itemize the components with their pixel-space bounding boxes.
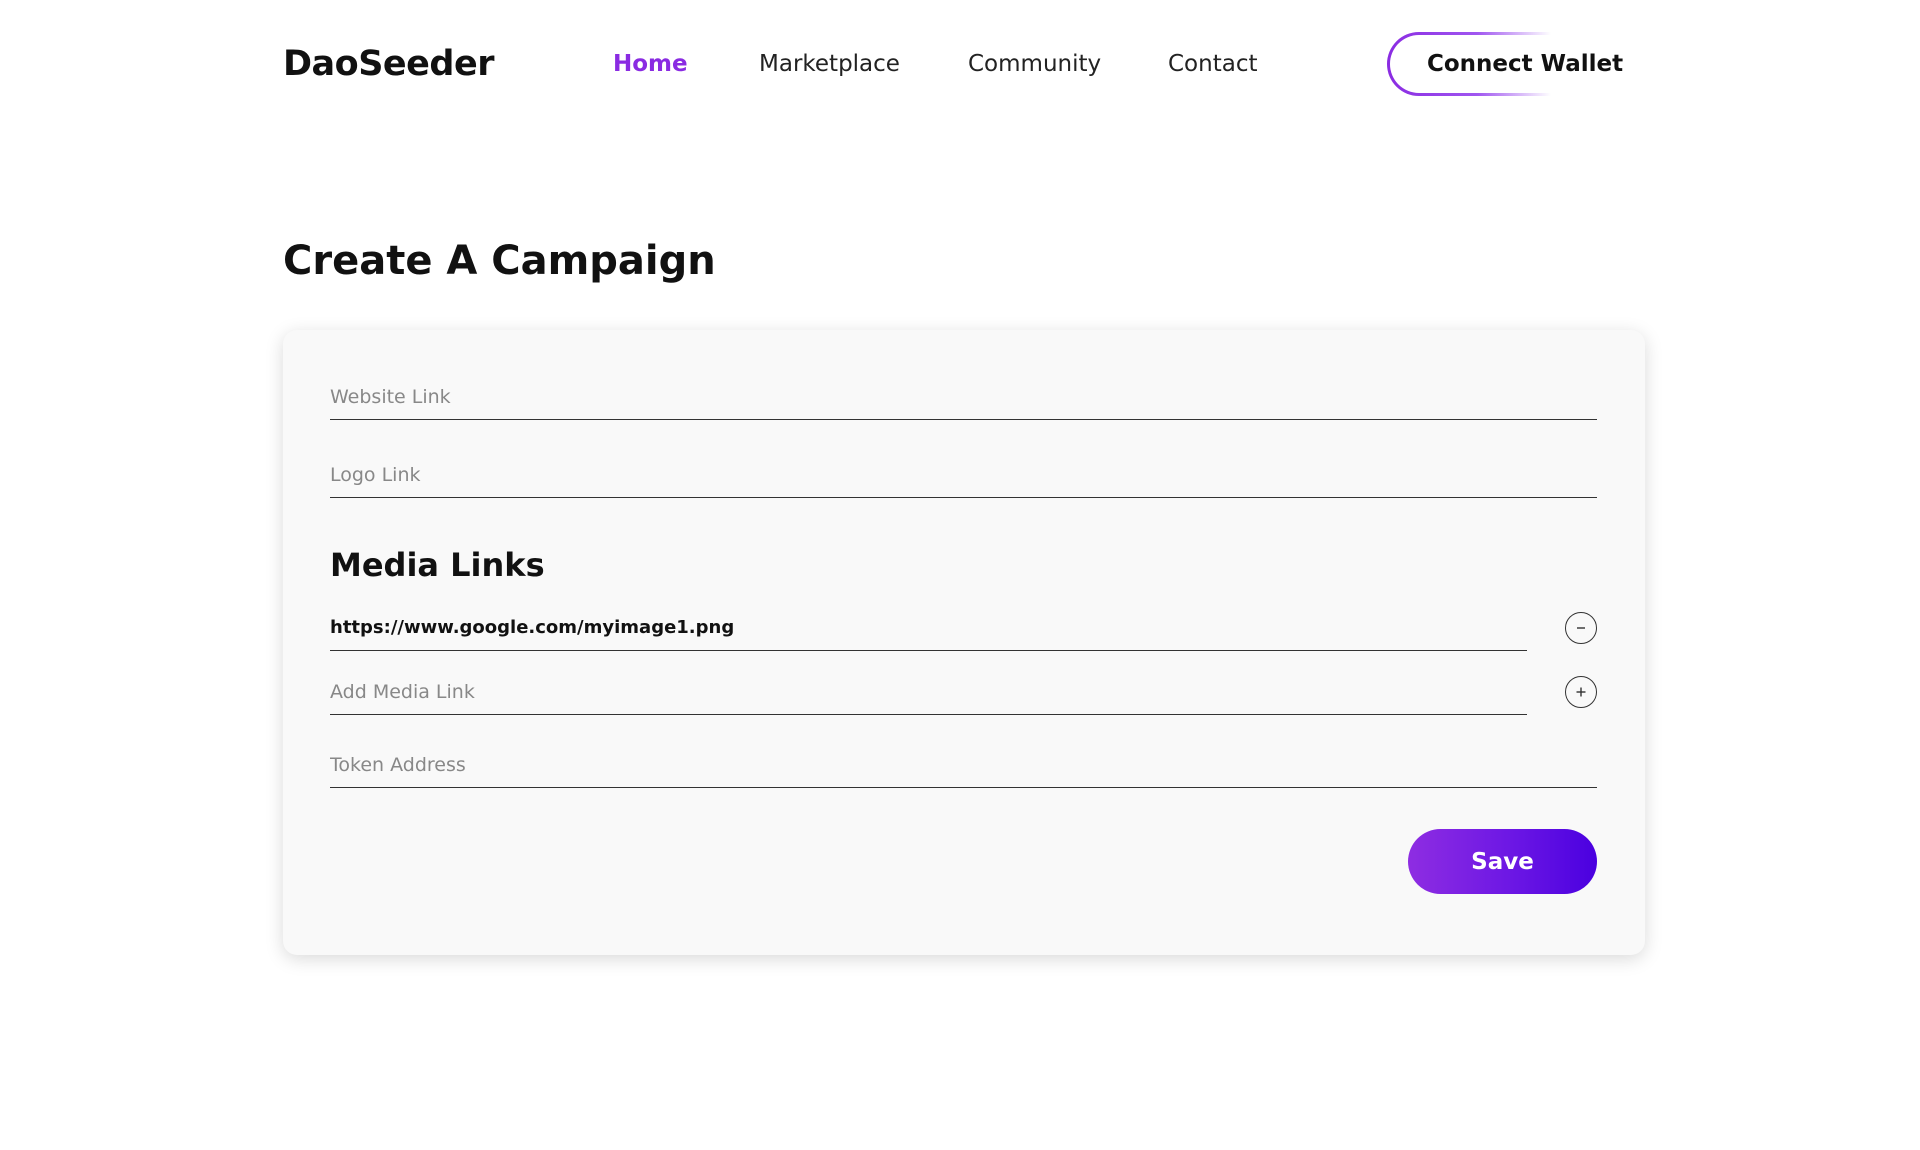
nav-link-marketplace[interactable]: Marketplace [759,46,900,82]
nav-link-home[interactable]: Home [613,46,688,82]
minus-circle-icon [1577,627,1585,629]
media-link-input[interactable] [330,605,1527,651]
save-button[interactable]: Save [1408,829,1597,894]
media-links-heading: Media Links [330,546,545,584]
nav-link-contact[interactable]: Contact [1168,46,1257,82]
remove-media-link-button[interactable] [1565,612,1597,644]
nav-link-community[interactable]: Community [968,46,1101,82]
logo-link-input[interactable] [330,452,1597,498]
page-title: Create A Campaign [283,238,716,284]
campaign-form-card: Media Links Save [283,330,1645,955]
brand-logo[interactable]: DaoSeeder [283,40,494,88]
add-media-link-input[interactable] [330,669,1527,715]
top-navbar: DaoSeeder Home Marketplace Community Con… [0,0,1920,130]
add-media-link-button[interactable] [1565,676,1597,708]
plus-circle-icon [1576,687,1586,697]
token-address-input[interactable] [330,742,1597,788]
website-link-input[interactable] [330,374,1597,420]
connect-wallet-button[interactable]: Connect Wallet [1387,32,1623,96]
